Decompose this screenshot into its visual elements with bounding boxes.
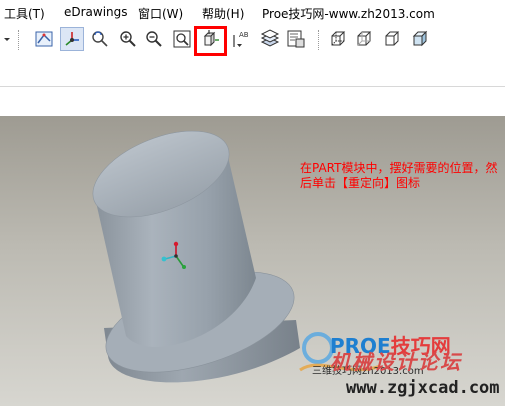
graphics-viewport[interactable]: 在PART模块中，摆好需要的位置，然后单击【重定向】图标 PROE技巧网 三维技… xyxy=(0,116,505,406)
toolbar-separator xyxy=(318,30,320,50)
hidden-line-icon xyxy=(357,31,372,46)
no-hidden-icon xyxy=(385,31,400,46)
layers-button[interactable] xyxy=(258,27,282,51)
coordinate-triad-button[interactable] xyxy=(60,27,84,51)
model-view-icon xyxy=(35,31,53,47)
svg-text:AB: AB xyxy=(239,31,249,39)
zoom-in-button[interactable] xyxy=(116,27,140,51)
zoom-out-button[interactable] xyxy=(142,27,166,51)
view-manager-button[interactable] xyxy=(284,27,308,51)
view-manager-icon xyxy=(287,30,305,48)
zoom-out-icon xyxy=(146,31,162,47)
menu-edrawings[interactable]: eDrawings xyxy=(64,5,128,19)
instruction-annotation: 在PART模块中，摆好需要的位置，然后单击【重定向】图标 xyxy=(300,161,498,190)
coordinate-triad-icon xyxy=(65,32,79,46)
reorient-highlight-box xyxy=(194,26,227,56)
shading-button[interactable] xyxy=(408,27,432,51)
menu-help[interactable]: 帮助(H) xyxy=(202,5,244,22)
toolbar-separator xyxy=(18,30,20,50)
zoom-fit-button[interactable] xyxy=(170,27,194,51)
menu-bar: 工具(T) eDrawings 窗口(W) 帮助(H) Proe技巧网-www.… xyxy=(0,0,505,24)
cylinder-body xyxy=(92,130,256,347)
toolbar-blank-area xyxy=(0,56,505,87)
wireframe-icon xyxy=(331,31,346,46)
zoom-in-icon xyxy=(120,31,136,47)
view-toolbar: AB xyxy=(0,24,505,56)
rotate-button[interactable] xyxy=(88,27,112,51)
wireframe-button[interactable] xyxy=(326,27,350,51)
zoom-fit-icon xyxy=(173,30,191,48)
menu-tools[interactable]: 工具(T) xyxy=(4,5,45,22)
menu-window[interactable]: 窗口(W) xyxy=(138,5,183,22)
dropdown-arrow-icon xyxy=(4,38,10,41)
no-hidden-button[interactable] xyxy=(380,27,404,51)
layers-icon xyxy=(260,29,280,47)
saved-views-button[interactable]: AB xyxy=(230,27,254,51)
toolbar-overflow-button[interactable] xyxy=(0,27,14,51)
shading-icon xyxy=(412,30,428,47)
saved-views-icon: AB xyxy=(233,31,249,47)
model-view-button[interactable] xyxy=(32,27,56,51)
watermark-forum: 机械设计论坛 xyxy=(330,350,462,374)
hidden-line-button[interactable] xyxy=(352,27,376,51)
watermark-url: www.zgjxcad.com xyxy=(346,378,500,398)
rotate-icon xyxy=(92,31,108,47)
menu-proe-site[interactable]: Proe技巧网-www.zh2013.com xyxy=(262,5,435,22)
